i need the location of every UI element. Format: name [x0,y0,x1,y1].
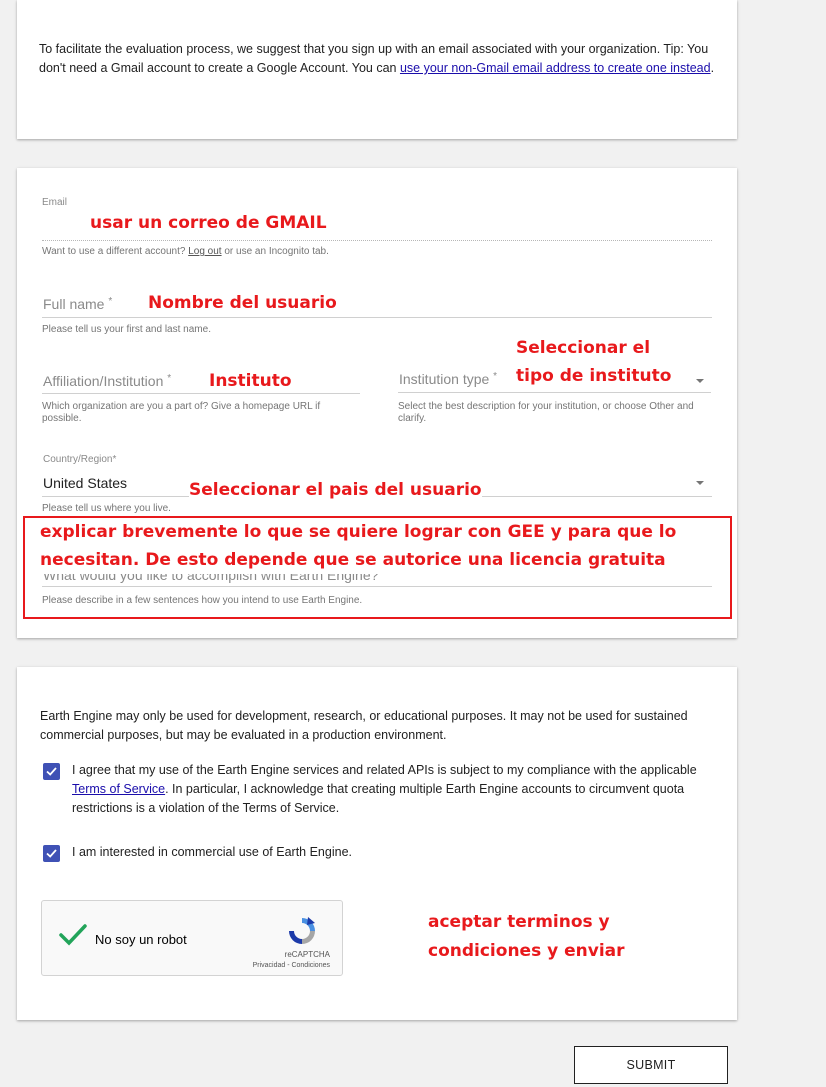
fullname-input[interactable] [42,317,712,318]
commercial-checkbox[interactable] [43,845,60,862]
annotation-submit-line2: condiciones y enviar [428,941,625,961]
required-mark: * [112,454,117,465]
commercial-text: I am interested in commercial use of Ear… [72,845,352,859]
annotation-accomplish-line2: necesitan. De esto depende que se autori… [40,550,666,570]
annotation-email: usar un correo de GMAIL [90,213,327,233]
affiliation-input[interactable] [42,393,360,394]
email-field[interactable] [42,240,712,241]
recaptcha-label: No soy un robot [95,932,187,947]
fullname-hint: Please tell us your first and last name. [42,324,211,335]
fullname-label-text: Full name [43,296,105,312]
non-gmail-link[interactable]: use your non-Gmail email address to crea… [400,61,711,75]
annotation-submit-line1: aceptar terminos y [428,912,610,932]
institution-type-chevron-down-icon[interactable] [696,379,704,383]
recaptcha-privacy-links[interactable]: Privacidad - Condiciones [253,962,330,969]
required-mark: * [108,296,113,307]
email-hint-text: Want to use a different account? [42,246,189,257]
country-label: Country/Region* [43,454,116,465]
agree-text: I agree that my use of the Earth Engine … [72,761,722,818]
fullname-label: Full name * [43,296,112,312]
required-mark: * [167,373,172,384]
affiliation-label-text: Affiliation/Institution [43,373,164,389]
logout-link[interactable]: Log out [188,246,221,257]
affiliation-label: Affiliation/Institution * [43,373,171,389]
required-mark: * [493,371,498,382]
intro-text: To facilitate the evaluation process, we… [39,40,719,78]
annotation-accomplish-line1: explicar brevemente lo que se quiere log… [40,522,677,542]
usage-notice: Earth Engine may only be used for develo… [40,709,688,742]
check-icon [46,849,57,858]
annotation-country: Seleccionar el pais del usuario [189,480,482,500]
intro-card: To facilitate the evaluation process, we… [17,0,737,139]
recaptcha-brand: reCAPTCHA [284,950,330,959]
affiliation-hint: Which organization are you a part of? Gi… [42,401,321,424]
annotation-submit: aceptar terminos y condiciones y enviar [428,908,625,966]
country-chevron-down-icon[interactable] [696,481,704,485]
annotation-institution-type-1: Seleccionar el [516,338,651,358]
recaptcha-widget[interactable]: No soy un robot reCAPTCHA Privacidad - C… [41,900,343,976]
country-value[interactable]: United States [43,475,127,491]
terms-card: Earth Engine may only be used for develo… [17,667,737,1020]
email-label: Email [42,197,68,208]
annotation-fullname: Nombre del usuario [148,293,337,313]
submit-button[interactable]: SUBMIT [574,1046,728,1084]
terms-of-service-link[interactable]: Terms of Service [72,782,165,796]
institution-type-label-text: Institution type [399,371,490,387]
institution-type-hint: Select the best description for your ins… [398,401,694,424]
email-hint-tail: or use an Incognito tab. [221,246,329,257]
annotation-accomplish: explicar brevemente lo que se quiere log… [40,518,677,574]
country-hint: Please tell us where you live. [42,503,171,514]
recaptcha-logo-icon [289,917,315,944]
agree-text-body: I agree that my use of the Earth Engine … [72,763,697,777]
email-hint: Want to use a different account? Log out… [42,246,329,258]
country-label-text: Country/Region [43,454,113,465]
institution-type-label: Institution type * [399,371,497,387]
intro-text-end: . [710,61,715,75]
checkmark-icon[interactable] [58,923,88,947]
agree-checkbox[interactable] [43,763,60,780]
annotation-institution-type-2: tipo de instituto [516,366,672,386]
annotation-affiliation: Instituto [209,371,292,391]
institution-type-select[interactable] [398,392,711,393]
check-icon [46,767,57,776]
